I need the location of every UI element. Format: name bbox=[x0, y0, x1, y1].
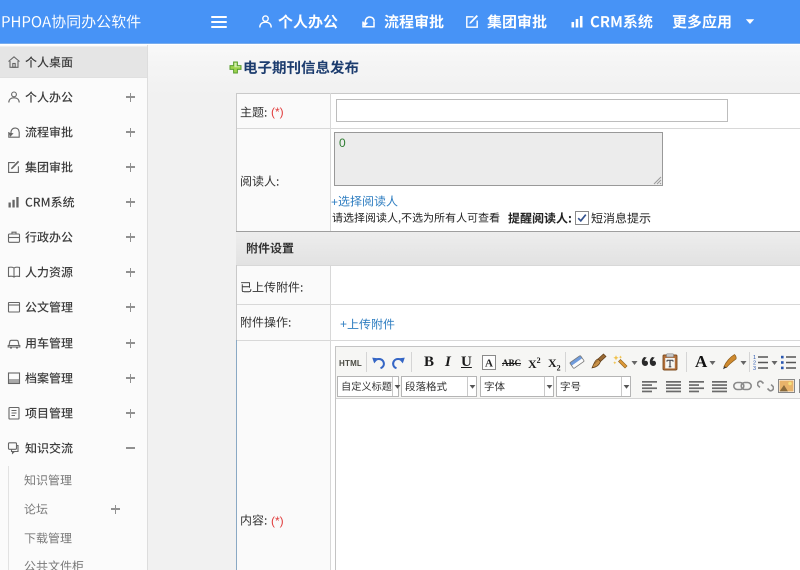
svg-text:3: 3 bbox=[753, 366, 756, 370]
svg-text:A: A bbox=[485, 358, 493, 370]
